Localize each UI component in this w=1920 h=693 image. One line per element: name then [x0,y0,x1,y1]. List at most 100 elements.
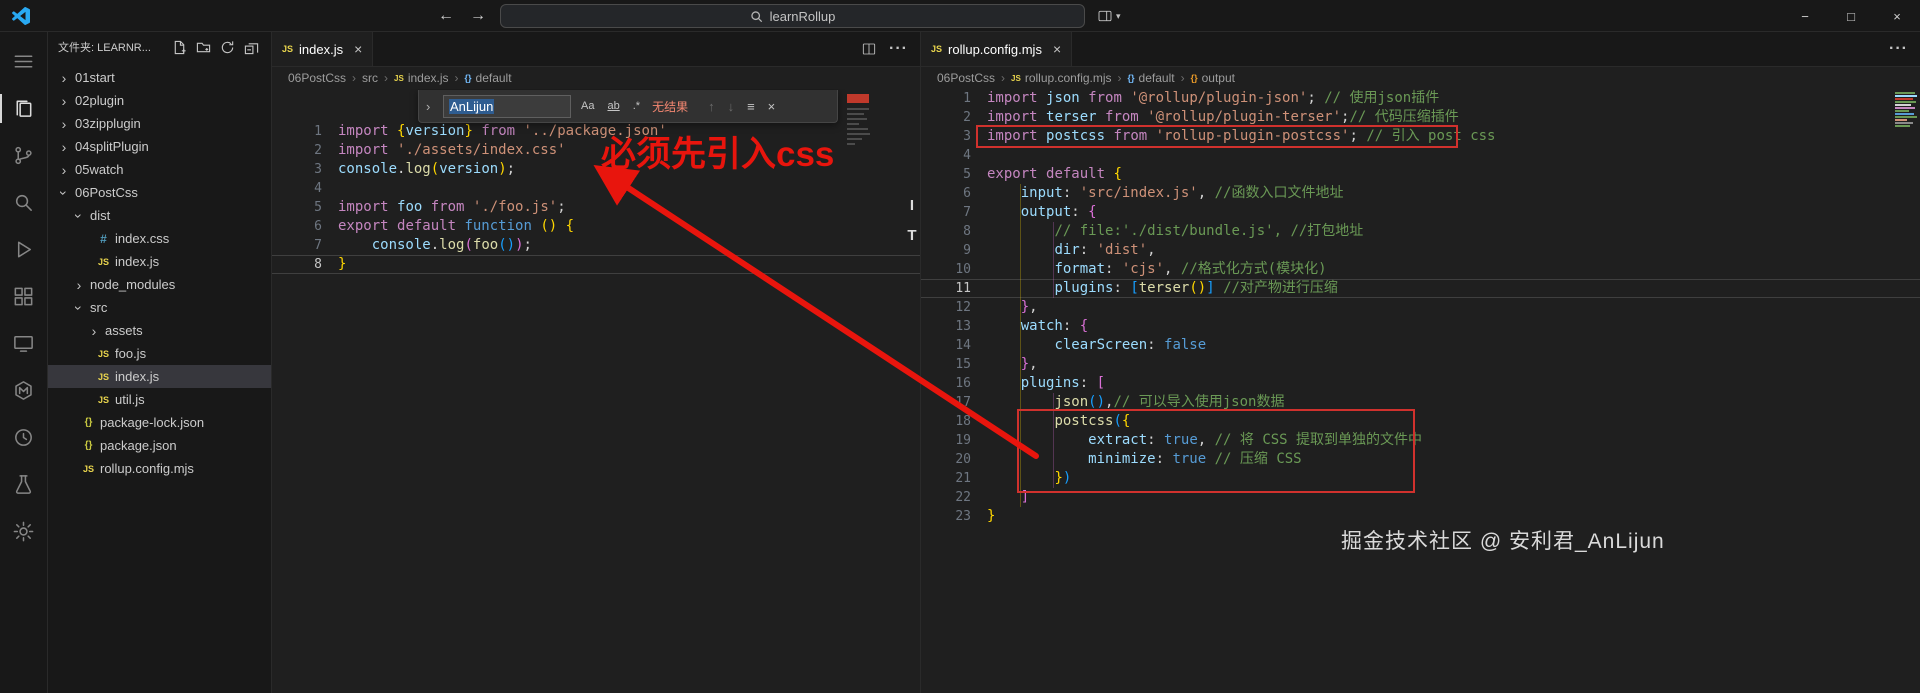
run-debug-icon[interactable] [0,226,48,273]
tree-item-node_modules[interactable]: › node_modules [48,273,271,296]
extension-hex-m-icon[interactable] [0,367,48,414]
nav-back-icon[interactable]: ← [438,7,454,25]
find-in-selection-icon[interactable]: ≡ [744,99,758,114]
code-text: dir: 'dist', [1054,242,1156,258]
vscode-logo-icon[interactable] [11,7,30,25]
layout-toggle[interactable]: ▾ [1097,0,1121,32]
close-tab-icon[interactable]: × [354,41,362,57]
breadcrumb-item[interactable]: 06PostCss [937,71,995,85]
code-line-9[interactable]: 9 dir: 'dist', [921,241,1920,260]
explorer-icon[interactable] [0,85,48,132]
regex-icon[interactable]: .* [630,98,643,114]
command-center-search[interactable]: learnRollup [500,4,1085,28]
source-control-icon[interactable] [0,132,48,179]
tree-item-05watch[interactable]: › 05watch [48,158,271,181]
tree-item-index.js[interactable]: JS index.js [48,365,271,388]
match-case-icon[interactable]: Aa [578,98,597,114]
tree-item-06PostCss[interactable]: › 06PostCss [48,181,271,204]
settings-gear-icon[interactable] [0,508,48,555]
breadcrumb-item[interactable]: {} default [465,71,512,85]
tree-item-foo.js[interactable]: JS foo.js [48,342,271,365]
code-line-10[interactable]: 10 format: 'cjs', //格式化方式(模块化) [921,260,1920,279]
nav-forward-icon[interactable]: → [470,7,486,25]
code-line-3[interactable]: 3 console.log(version); [272,160,920,179]
minimize-button[interactable]: − [1782,0,1828,32]
tree-item-index.css[interactable]: # index.css [48,227,271,250]
chevron-icon: › [61,115,67,132]
line-number: 5 [963,167,971,182]
code-line-8[interactable]: 8 // file:'./dist/bundle.js', //打包地址 [921,222,1920,241]
breadcrumb-item[interactable]: JS index.js [394,71,448,85]
code-line-6[interactable]: 6 input: 'src/index.js', //函数入口文件地址 [921,184,1920,203]
testing-icon[interactable] [0,461,48,508]
code-line-2[interactable]: 2 import './assets/index.css' [272,141,920,160]
split-editor-icon[interactable] [861,41,877,57]
breadcrumb-item[interactable]: {} output [1191,71,1235,85]
code-line-11[interactable]: 11 plugins: [terser()] //对产物进行压缩 [921,279,1920,298]
code-line-6[interactable]: 6 export default function () { [272,217,920,236]
code-line-13[interactable]: 13 watch: { [921,317,1920,336]
tree-item-src[interactable]: › src [48,296,271,319]
breadcrumb-item[interactable]: src [362,71,378,85]
maximize-button[interactable]: □ [1828,0,1874,32]
extension-circle-icon[interactable] [0,414,48,461]
tree-item-01start[interactable]: › 01start [48,66,271,89]
line-number: 1 [314,124,322,139]
tree-item-03zipplugin[interactable]: › 03zipplugin [48,112,271,135]
close-tab-icon[interactable]: × [1053,41,1061,57]
tree-item-02plugin[interactable]: › 02plugin [48,89,271,112]
collapse-all-icon[interactable] [244,40,259,55]
editor-right[interactable]: 1 import json from '@rollup/plugin-json';… [921,89,1920,693]
tree-item-assets[interactable]: › assets [48,319,271,342]
close-find-icon[interactable]: × [765,99,779,114]
tree-item-rollup.config.mjs[interactable]: JS rollup.config.mjs [48,457,271,480]
line-number: 6 [963,186,971,201]
find-previous-icon[interactable]: ↑ [705,99,718,114]
search-icon[interactable] [0,179,48,226]
breadcrumb-item[interactable]: JS rollup.config.mjs [1011,71,1112,85]
breadcrumb-item[interactable]: 06PostCss [288,71,346,85]
code-line-14[interactable]: 14 clearScreen: false [921,336,1920,355]
refresh-icon[interactable] [220,40,235,55]
new-folder-icon[interactable] [196,40,211,55]
close-window-button[interactable]: × [1874,0,1920,32]
tab-rollup-config-mjs[interactable]: JS rollup.config.mjs × [921,32,1073,66]
code-line-16[interactable]: 16 plugins: [ [921,374,1920,393]
tree-item-dist[interactable]: › dist [48,204,271,227]
tree-item-package-lock.json[interactable]: {} package-lock.json [48,411,271,434]
code-line-1[interactable]: 1 import {version} from '../package.json' [272,122,920,141]
find-toggle-replace-icon[interactable]: › [426,99,436,114]
editor-left[interactable]: 1 import {version} from '../package.json'… [272,89,920,693]
find-input[interactable]: AnLijun [443,94,571,118]
find-next-icon[interactable]: ↓ [725,99,738,114]
tab-index-js[interactable]: JS index.js × [272,32,374,66]
code-line-12[interactable]: 12 }, [921,298,1920,317]
breadcrumb-item[interactable]: {} default [1128,71,1175,85]
code-line-4[interactable]: 4 [272,179,920,198]
minimap[interactable] [845,91,875,145]
code-line-23[interactable]: 23} [921,507,1920,526]
code-line-7[interactable]: 7 console.log(foo()); [272,236,920,255]
tree-item-04splitPlugin[interactable]: › 04splitPlugin [48,135,271,158]
code-text: console.log(foo()); [371,237,532,253]
extensions-icon[interactable] [0,273,48,320]
remote-explorer-icon[interactable] [0,320,48,367]
tree-item-package.json[interactable]: {} package.json [48,434,271,457]
new-file-icon[interactable] [172,40,187,55]
code-line-15[interactable]: 15 }, [921,355,1920,374]
code-line-7[interactable]: 7 output: { [921,203,1920,222]
menu-icon[interactable] [0,38,48,85]
code-line-1[interactable]: 1 import json from '@rollup/plugin-json';… [921,89,1920,108]
more-actions-icon[interactable]: ··· [889,40,908,58]
tree-item-index.js[interactable]: JS index.js [48,250,271,273]
explorer-section-header[interactable]: 文件夹: LEARNR... [48,32,271,62]
code-line-5[interactable]: 5 export default { [921,165,1920,184]
minimap[interactable] [1894,91,1918,127]
whole-word-icon[interactable]: ab [604,98,622,114]
tree-item-label: 05watch [75,162,124,177]
code-line-4[interactable]: 4 [921,146,1920,165]
code-line-8[interactable]: 8} [272,255,920,274]
more-actions-icon[interactable]: ··· [1889,40,1908,58]
tree-item-util.js[interactable]: JS util.js [48,388,271,411]
code-line-5[interactable]: 5 import foo from './foo.js'; [272,198,920,217]
